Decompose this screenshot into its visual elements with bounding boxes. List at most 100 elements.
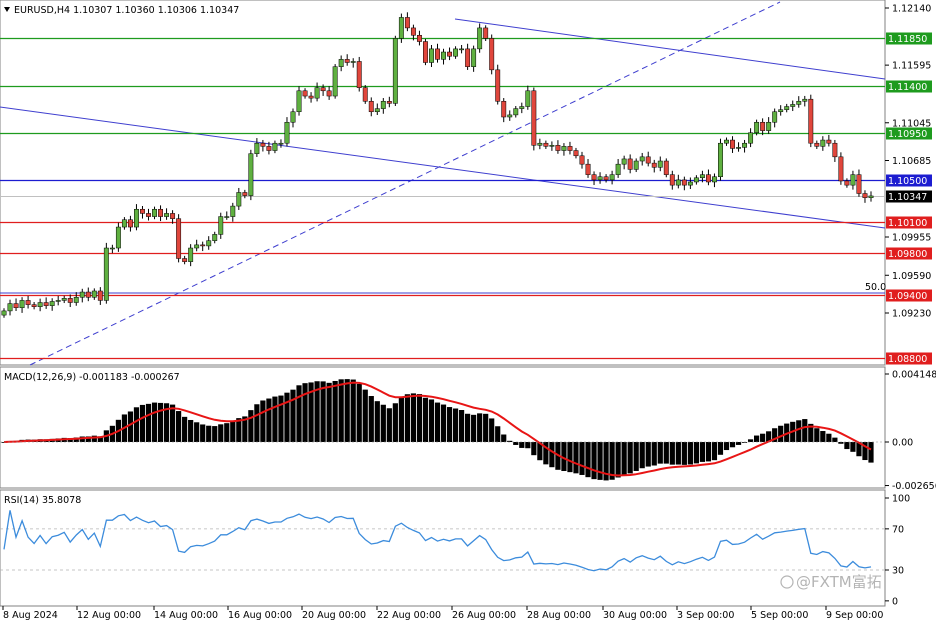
candle-body <box>519 106 525 109</box>
candle-body <box>826 139 832 144</box>
time-tick-label: 16 Aug 00:00 <box>228 610 292 621</box>
candle-body <box>37 302 43 307</box>
candle-body <box>513 108 519 116</box>
candle-body <box>79 291 85 298</box>
macd-bar <box>248 410 254 442</box>
candle <box>669 170 675 190</box>
candle-body <box>447 51 452 57</box>
candle-body <box>633 160 639 170</box>
candle-body <box>459 48 465 51</box>
candle-body <box>778 109 784 113</box>
candle <box>61 295 67 304</box>
candle <box>585 159 591 178</box>
macd-bar <box>549 442 555 468</box>
candle-body <box>429 48 434 63</box>
candle-body <box>236 192 242 207</box>
macd-bar <box>230 421 236 442</box>
candle-body <box>296 90 302 113</box>
candle-body <box>61 298 67 301</box>
candle <box>392 35 398 106</box>
macd-bar <box>567 442 573 473</box>
candle-body <box>579 155 585 165</box>
candle <box>645 151 651 167</box>
candle-body <box>25 300 31 305</box>
time-tick-label: 22 Aug 00:00 <box>377 610 441 621</box>
candle <box>862 190 868 203</box>
candle-body <box>109 247 115 250</box>
candle-body <box>669 174 675 186</box>
candle-body <box>585 163 591 175</box>
candle <box>127 215 133 232</box>
candle <box>549 141 555 151</box>
level-badge-label: 1.11850 <box>888 34 927 45</box>
candle <box>356 56 362 92</box>
candle <box>170 210 176 224</box>
candle <box>579 151 585 169</box>
macd-bar <box>350 379 356 442</box>
dropdown-triangle-icon[interactable] <box>4 7 10 12</box>
macd-bar <box>735 442 742 445</box>
candle <box>290 108 296 128</box>
candle-body <box>350 61 356 63</box>
rsi-tick-label: 100 <box>892 494 910 505</box>
channel-lower-line[interactable] <box>0 106 886 229</box>
candle-body <box>495 69 501 102</box>
horizontal-levels[interactable]: 1.11850 1.11400 1.10950 1.10500 1.10347 1.101… <box>0 32 932 366</box>
macd-bar <box>139 404 146 442</box>
candle <box>332 64 338 99</box>
candle-body <box>152 208 157 217</box>
symbol-title: EURUSD,H4 1.10307 1.10360 1.10306 1.1034… <box>4 5 239 16</box>
candle-body <box>645 156 651 164</box>
candle-body <box>471 48 477 67</box>
candle-body <box>705 174 711 183</box>
candle-body <box>344 59 350 63</box>
macd-bar <box>802 419 808 442</box>
candle <box>543 140 549 149</box>
fxtm-watermark: @FXTM富拓 <box>780 573 882 591</box>
candle <box>525 85 531 110</box>
macd-bar <box>711 442 718 461</box>
macd-bar <box>194 422 200 442</box>
candle-body <box>748 132 754 144</box>
candle <box>188 244 194 267</box>
candle-body <box>856 174 862 194</box>
macd-bar <box>597 442 603 480</box>
candle <box>844 178 850 188</box>
candle-body <box>730 139 735 149</box>
candle-body <box>1 310 7 316</box>
macd-bar <box>446 407 453 442</box>
macd-bar <box>410 393 417 442</box>
candle-body <box>200 244 206 247</box>
macd-bar <box>452 408 459 442</box>
macd-bar <box>525 442 531 449</box>
candle-body <box>681 179 687 186</box>
candle-body <box>591 174 597 181</box>
candle <box>856 169 862 197</box>
time-tick-label: 14 Aug 00:00 <box>154 610 218 621</box>
trading-chart[interactable]: 50.0 1.11850 1.11400 1.10950 1.10500 1.10347… <box>0 0 936 624</box>
time-axis: 8 Aug 2024 12 Aug 00:00 14 Aug 00:00 16 Aug… <box>2 606 883 621</box>
candle <box>519 102 525 114</box>
candle-body <box>164 213 170 217</box>
dashed-trendline[interactable] <box>29 1 781 366</box>
candle-body <box>242 192 248 196</box>
candle-body <box>699 174 705 179</box>
candle-body <box>736 147 741 149</box>
candle <box>693 175 699 185</box>
macd-bar <box>747 439 754 442</box>
candle-body <box>410 27 416 36</box>
candle <box>134 204 139 231</box>
candle-body <box>182 258 188 262</box>
candle <box>284 117 290 147</box>
candle <box>344 54 350 66</box>
candle <box>37 298 43 312</box>
macd-bar <box>206 425 212 442</box>
candle <box>441 48 446 65</box>
macd-bar <box>826 433 832 442</box>
candle <box>435 43 440 63</box>
macd-bar <box>699 442 706 462</box>
candle <box>868 191 874 202</box>
candle <box>802 95 808 107</box>
channel-upper-line[interactable] <box>454 18 886 80</box>
candle-body <box>441 51 446 60</box>
